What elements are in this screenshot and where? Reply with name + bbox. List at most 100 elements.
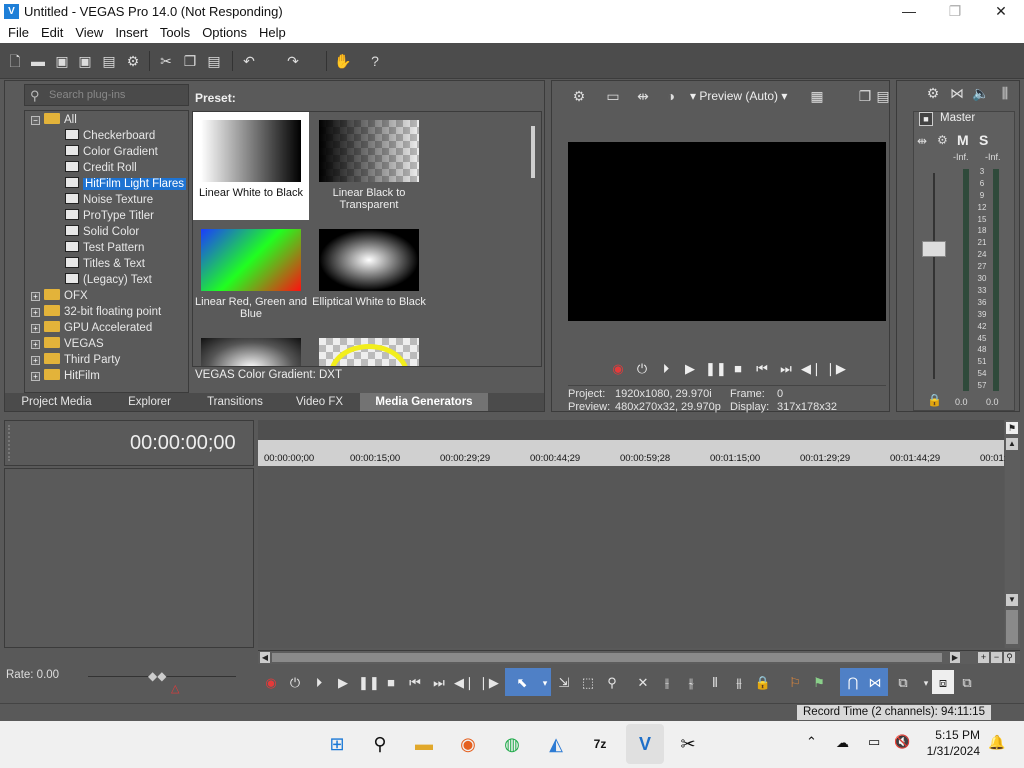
preview-properties-gear-icon[interactable]: ⚙ — [570, 87, 588, 105]
save-icon[interactable]: ▣ — [53, 52, 71, 70]
stop-icon[interactable]: ■ — [382, 674, 400, 692]
menu-tools[interactable]: Tools — [154, 23, 196, 43]
scroll-left-icon[interactable]: ◀ — [260, 652, 270, 663]
7zip-icon[interactable]: 7z — [585, 729, 615, 759]
tree-item-plugin[interactable]: Color Gradient — [65, 144, 158, 160]
tree-item-plugin[interactable]: (Legacy) Text — [65, 272, 152, 288]
menu-options[interactable]: Options — [196, 23, 253, 43]
go-to-end-icon[interactable]: ⏭ — [430, 674, 448, 692]
lock-icon[interactable]: 🔒 — [927, 393, 942, 407]
go-to-end-icon[interactable]: ⏭ — [777, 360, 795, 378]
zoom-in-icon[interactable]: + — [978, 652, 989, 663]
master-mute-button[interactable]: M — [957, 132, 969, 148]
delete-icon[interactable]: ✕ — [634, 674, 652, 692]
tree-item-plugin[interactable]: Titles & Text — [65, 256, 145, 272]
split-icon[interactable]: ⫵ — [730, 674, 748, 692]
loop-playback-icon[interactable]: ⏻ — [633, 360, 651, 378]
video-fx-icon[interactable]: ◑ — [662, 87, 680, 105]
zoom-out-icon[interactable]: − — [991, 652, 1002, 663]
auto-crossfade-icon[interactable]: ⋈ — [866, 674, 884, 692]
menu-edit[interactable]: Edit — [35, 23, 69, 43]
play-from-start-icon[interactable]: ⏵ — [657, 360, 675, 378]
gradient-thumbnail[interactable] — [319, 338, 419, 366]
downmix-icon[interactable]: ⋈ — [948, 84, 966, 102]
file-explorer-icon[interactable]: ▬ — [409, 729, 439, 759]
next-frame-icon[interactable]: ❘▶ — [478, 674, 499, 692]
expand-icon[interactable]: + — [31, 372, 40, 381]
next-frame-icon[interactable]: ❘▶ — [825, 360, 846, 378]
preset-thumbnail[interactable]: Elliptical White to Black — [311, 221, 427, 329]
notification-bell-icon[interactable]: 🔔 — [988, 734, 1005, 751]
expand-icon[interactable]: + — [31, 292, 40, 301]
menu-file[interactable]: File — [2, 23, 35, 43]
scroll-right-icon[interactable]: ▶ — [950, 652, 960, 663]
gradient-thumbnail[interactable] — [201, 338, 301, 366]
minimize-button[interactable]: — — [886, 0, 932, 23]
chevron-up-icon[interactable]: ⌃ — [806, 734, 817, 750]
volume-muted-icon[interactable]: 🔇 — [894, 734, 910, 750]
external-monitor-icon[interactable]: ▭ — [604, 87, 622, 105]
chevron-down-icon[interactable]: ▾ — [536, 674, 554, 692]
snapping-icon[interactable]: ⋂ — [844, 674, 862, 692]
zoom-edit-tool-icon[interactable]: ⚲ — [603, 674, 621, 692]
snipping-tool-icon[interactable]: ✂ — [673, 729, 703, 759]
split-screen-icon[interactable]: ⇹ — [634, 87, 652, 105]
whats-this-help-icon[interactable]: ? — [366, 52, 384, 70]
plugin-tree[interactable]: − All Checkerboard Color Gradient Credit … — [24, 110, 189, 393]
selection-tool-icon[interactable]: ⬚ — [579, 674, 597, 692]
previous-frame-icon[interactable]: ◀❘ — [801, 360, 822, 378]
master-toggle-icon[interactable]: ■ — [919, 112, 933, 126]
lock-events-icon[interactable]: 🔒 — [754, 674, 772, 692]
ripple-edit-icon[interactable]: ⧉ — [894, 674, 912, 692]
master-solo-button[interactable]: S — [979, 132, 988, 148]
expand-icon[interactable]: + — [31, 308, 40, 317]
master-volume-fader[interactable] — [922, 241, 946, 257]
loop-playback-icon[interactable]: ⏻ — [286, 674, 304, 692]
search-icon[interactable]: ⚲ — [365, 729, 395, 759]
tab-media-generators[interactable]: Media Generators — [360, 393, 488, 411]
save-as-icon[interactable]: ▣ — [76, 52, 94, 70]
tree-item-plugin[interactable]: Credit Roll — [65, 160, 137, 176]
tree-item-all[interactable]: − All — [31, 112, 77, 128]
render-as-icon[interactable]: ▤ — [100, 52, 118, 70]
menu-view[interactable]: View — [69, 23, 109, 43]
collapse-icon[interactable]: − — [31, 116, 40, 125]
timeline-ruler[interactable]: 00:00:00;00 00:00:15;00 00:00:29;29 00:0… — [258, 440, 1017, 466]
tree-item-plugin-selected[interactable]: HitFilm Light Flares — [65, 176, 187, 192]
properties-gear-icon[interactable]: ⚙ — [124, 52, 142, 70]
play-icon[interactable]: ▶ — [334, 674, 352, 692]
trim-start-icon[interactable]: ⫳ — [682, 674, 700, 692]
trim-icon[interactable]: ⫲ — [658, 674, 676, 692]
play-from-start-icon[interactable]: ⏵ — [310, 674, 328, 692]
chrome-icon[interactable]: ◍ — [497, 729, 527, 759]
tree-item-folder[interactable]: + VEGAS — [31, 336, 104, 352]
insert-region-icon[interactable]: ⚑ — [810, 674, 828, 692]
scroll-down-icon[interactable]: ▼ — [1006, 594, 1018, 606]
tree-item-plugin[interactable]: ProType Titler — [65, 208, 154, 224]
go-to-start-icon[interactable]: ⏮ — [753, 360, 771, 378]
dim-output-icon[interactable]: 🔈 — [972, 84, 990, 102]
cloud-offline-icon[interactable]: ☁ — [836, 735, 849, 751]
vegas-pro-icon[interactable]: V — [630, 729, 660, 759]
tree-item-folder[interactable]: +32-bit floating point — [31, 304, 161, 320]
paste-icon[interactable]: ▤ — [205, 52, 223, 70]
ignore-grouping-icon[interactable]: ⧉ — [958, 674, 976, 692]
master-properties-gear-icon[interactable]: ⚙ — [924, 84, 942, 102]
cut-icon[interactable]: ✂ — [157, 52, 175, 70]
pause-icon[interactable]: ❚❚ — [705, 360, 727, 378]
tree-item-folder[interactable]: + OFX — [31, 288, 88, 304]
timeline-horizontal-scrollbar[interactable]: ◀ ▶ + − ⚲ — [258, 650, 1020, 664]
timeline-vertical-scrollbar[interactable]: ⚑ ▲ ▼ — [1005, 420, 1020, 648]
tree-item-plugin[interactable]: Noise Texture — [65, 192, 153, 208]
tab-explorer[interactable]: Explorer — [108, 393, 191, 411]
tree-item-plugin[interactable]: Solid Color — [65, 224, 139, 240]
tab-video-fx[interactable]: Video FX — [279, 393, 360, 411]
expand-icon[interactable]: + — [31, 340, 40, 349]
menu-insert[interactable]: Insert — [109, 23, 154, 43]
enable-snapping-icon[interactable]: ✋ — [334, 52, 352, 70]
marker-flag-icon[interactable]: ⚑ — [1006, 422, 1018, 434]
system-clock[interactable]: 5:15 PM 1/31/2024 — [927, 727, 980, 759]
close-button[interactable]: ✕ — [978, 0, 1024, 23]
track-area[interactable] — [258, 466, 1004, 648]
trim-end-icon[interactable]: ⫴ — [706, 674, 724, 692]
